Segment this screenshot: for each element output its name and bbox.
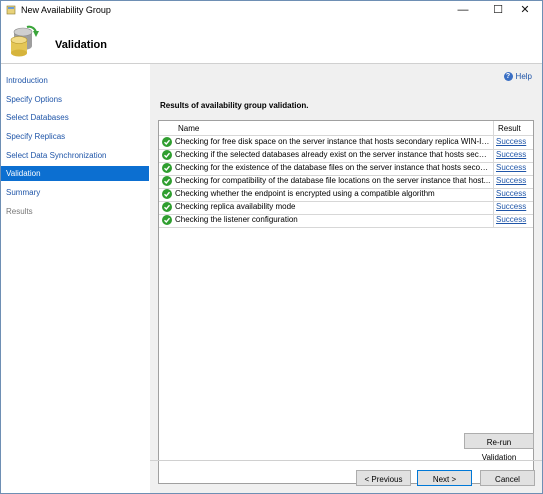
success-check-icon (162, 189, 172, 199)
success-check-icon (162, 176, 172, 186)
sidebar-item-specify-replicas[interactable]: Specify Replicas (1, 129, 149, 144)
help-link[interactable]: ? Help (503, 72, 532, 81)
sidebar-item-select-databases[interactable]: Select Databases (1, 110, 149, 125)
success-check-icon (162, 202, 172, 212)
column-divider (493, 188, 494, 201)
cancel-button[interactable]: Cancel (480, 470, 535, 486)
row-name: Checking for free disk space on the serv… (175, 137, 491, 146)
row-name: Checking whether the endpoint is encrypt… (175, 189, 435, 198)
row-name: Checking if the selected databases alrea… (175, 150, 491, 159)
close-button[interactable]: ✕ (508, 1, 542, 19)
table-row: Checking if the selected databases alrea… (159, 149, 533, 163)
row-result-link[interactable]: Success (496, 150, 526, 159)
row-result-link[interactable]: Success (496, 176, 526, 185)
minimize-button[interactable]: — (446, 1, 480, 19)
wizard-window: New Availability Group — ☐ ✕ Validation … (0, 0, 543, 494)
validation-results-grid[interactable]: Name Result Checking for free disk space… (158, 120, 534, 484)
row-result-link[interactable]: Success (496, 202, 526, 211)
column-header-result[interactable]: Result (498, 124, 521, 133)
column-divider (493, 162, 494, 175)
wizard-header: Validation (1, 19, 542, 64)
database-cylinders-icon (10, 25, 39, 57)
page-title: Validation (55, 39, 107, 51)
success-check-icon (162, 163, 172, 173)
sidebar-item-introduction[interactable]: Introduction (1, 73, 149, 88)
sidebar-item-results: Results (6, 207, 33, 216)
row-result-link[interactable]: Success (496, 137, 526, 146)
column-divider (493, 149, 494, 162)
app-icon (6, 5, 16, 15)
sidebar-item-validation[interactable]: Validation (1, 166, 149, 181)
column-divider (493, 214, 494, 227)
sidebar-item-select-data-synchronization[interactable]: Select Data Synchronization (1, 148, 149, 163)
row-name: Checking for the existence of the databa… (175, 163, 491, 172)
column-divider (493, 175, 494, 188)
success-check-icon (162, 150, 172, 160)
wizard-sidebar: Introduction Specify Options Select Data… (1, 64, 149, 493)
rerun-validation-button[interactable]: Re-run Validation (464, 433, 534, 462)
help-icon: ? (503, 72, 513, 81)
column-header-name[interactable]: Name (178, 124, 199, 133)
row-result-link[interactable]: Success (496, 215, 526, 224)
column-divider (493, 136, 494, 149)
previous-button[interactable]: < Previous (356, 470, 411, 486)
row-name: Checking replica availability mode (175, 202, 296, 211)
table-row: Checking for the existence of the databa… (159, 162, 533, 176)
column-divider (493, 121, 494, 135)
table-row: Checking replica availability mode Succe… (159, 201, 533, 215)
help-label: Help (515, 72, 532, 81)
row-result-link[interactable]: Success (496, 189, 526, 198)
next-button[interactable]: Next > (417, 470, 472, 486)
row-name: Checking for compatibility of the databa… (175, 176, 491, 185)
table-row: Checking for compatibility of the databa… (159, 175, 533, 189)
row-result-link[interactable]: Success (496, 163, 526, 172)
sidebar-item-summary[interactable]: Summary (1, 185, 149, 200)
success-check-icon (162, 137, 172, 147)
results-heading: Results of availability group validation… (160, 101, 309, 110)
row-name: Checking the listener configuration (175, 215, 298, 224)
sidebar-item-specify-options[interactable]: Specify Options (1, 92, 149, 107)
window-title: New Availability Group (21, 5, 111, 15)
column-divider (493, 201, 494, 214)
table-row: Checking whether the endpoint is encrypt… (159, 188, 533, 202)
title-bar: New Availability Group — ☐ ✕ (1, 1, 542, 19)
footer-divider (150, 460, 542, 461)
success-check-icon (162, 215, 172, 225)
wizard-content: ? Help Results of availability group val… (150, 64, 542, 493)
grid-header: Name Result (159, 121, 533, 136)
table-row: Checking the listener configuration Succ… (159, 214, 533, 228)
table-row: Checking for free disk space on the serv… (159, 136, 533, 150)
